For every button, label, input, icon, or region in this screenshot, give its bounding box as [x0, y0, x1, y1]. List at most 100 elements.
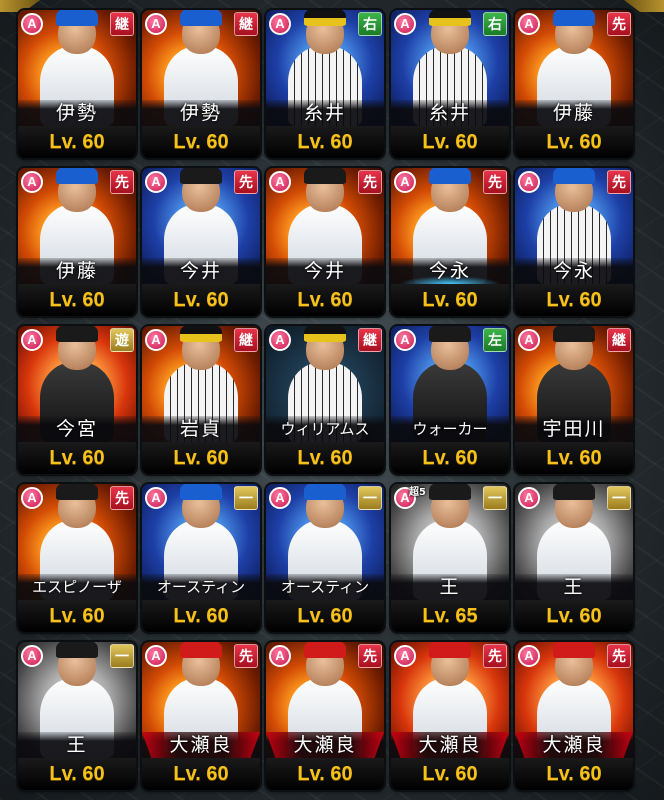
player-card[interactable]: A 先今永 Lv. 60 [391, 168, 509, 316]
player-name: 大瀬良 [293, 734, 357, 756]
player-cap [553, 642, 595, 658]
player-cap [553, 168, 595, 184]
player-level: Lv. 60 [391, 442, 509, 474]
player-card[interactable]: A 先エスピノーザ Lv. 60 [18, 484, 136, 632]
player-level: Lv. 60 [142, 126, 260, 158]
player-name-plate: 今永 [391, 258, 509, 284]
rank-a-badge: A [145, 13, 167, 35]
position-badge: 右 [483, 12, 507, 36]
player-level: Lv. 60 [515, 126, 633, 158]
position-badge: 一 [483, 486, 507, 510]
position-badge: 先 [607, 644, 631, 668]
player-name: 今井 [179, 260, 222, 282]
player-card[interactable]: A 先大瀬良 Lv. 60 [266, 642, 384, 790]
player-name-plate: 大瀬良 [515, 732, 633, 758]
player-card[interactable]: A 先伊藤 Lv. 60 [515, 10, 633, 158]
player-card[interactable]: A 継ウィリアムス Lv. 60 [266, 326, 384, 474]
player-level: Lv. 65 [391, 600, 509, 632]
player-name: 今永 [552, 260, 595, 282]
player-level: Lv. 60 [142, 758, 260, 790]
rank-a-badge: A [21, 645, 43, 667]
player-name: 大瀬良 [542, 734, 606, 756]
player-name: 王 [563, 576, 585, 598]
position-badge: 継 [607, 328, 631, 352]
position-badge: 先 [110, 486, 134, 510]
player-name: 伊勢 [179, 102, 222, 124]
player-card[interactable]: A 一王 Lv. 60 [515, 484, 633, 632]
player-card[interactable]: A 継伊勢 Lv. 60 [142, 10, 260, 158]
player-level: Lv. 60 [515, 758, 633, 790]
player-card[interactable]: A 先伊藤 Lv. 60 [18, 168, 136, 316]
player-card[interactable]: A 超5 一王 Lv. 65 [391, 484, 509, 632]
player-name: 伊藤 [55, 260, 98, 282]
player-card[interactable]: A 一王 Lv. 60 [18, 642, 136, 790]
rank-a-badge: A [518, 645, 540, 667]
rank-a-badge: A [21, 487, 43, 509]
rank-a-badge: A [269, 13, 291, 35]
player-name: エスピノーザ [32, 578, 122, 596]
player-card[interactable]: A 右糸井 Lv. 60 [391, 10, 509, 158]
player-card[interactable]: A 一オースティン Lv. 60 [142, 484, 260, 632]
position-badge: 継 [358, 328, 382, 352]
player-name: オースティン [156, 578, 246, 596]
player-cap [180, 10, 222, 26]
player-level: Lv. 60 [515, 284, 633, 316]
player-card[interactable]: A 右糸井 Lv. 60 [266, 10, 384, 158]
player-cap [304, 326, 346, 342]
position-badge: 一 [234, 486, 258, 510]
player-name-plate: ウィリアムス [266, 416, 384, 442]
position-badge: 先 [607, 170, 631, 194]
position-badge: 継 [234, 12, 258, 36]
player-card[interactable]: A 先大瀬良 Lv. 60 [515, 642, 633, 790]
player-card[interactable]: A 先今井 Lv. 60 [266, 168, 384, 316]
player-cap [553, 484, 595, 500]
position-badge: 一 [607, 486, 631, 510]
player-level: Lv. 60 [266, 442, 384, 474]
player-cap [180, 168, 222, 184]
rank-a-badge: A [145, 487, 167, 509]
player-name-plate: 伊藤 [18, 258, 136, 284]
player-card[interactable]: A 先大瀬良 Lv. 60 [142, 642, 260, 790]
player-name-plate: 今井 [266, 258, 384, 284]
player-card[interactable]: A 継宇田川 Lv. 60 [515, 326, 633, 474]
player-name-plate: 今永 [515, 258, 633, 284]
player-cap [553, 10, 595, 26]
player-card[interactable]: A 継岩貞 Lv. 60 [142, 326, 260, 474]
player-level: Lv. 60 [391, 758, 509, 790]
player-cap [429, 642, 471, 658]
position-badge: 先 [110, 170, 134, 194]
rank-a-badge: A [394, 645, 416, 667]
position-badge: 右 [358, 12, 382, 36]
player-name-plate: 糸井 [266, 100, 384, 126]
position-badge: 一 [110, 644, 134, 668]
player-card[interactable]: A 継伊勢 Lv. 60 [18, 10, 136, 158]
player-level: Lv. 60 [142, 600, 260, 632]
position-badge: 左 [483, 328, 507, 352]
player-card[interactable]: A 左ウォーカー Lv. 60 [391, 326, 509, 474]
rank-a-badge: A [394, 171, 416, 193]
limit-break-label: 超5 [409, 487, 426, 498]
player-level: Lv. 60 [391, 126, 509, 158]
rank-a-badge: A [269, 171, 291, 193]
player-name: 大瀬良 [169, 734, 233, 756]
player-cap [56, 10, 98, 26]
player-card[interactable]: A 先大瀬良 Lv. 60 [391, 642, 509, 790]
player-name-plate: 王 [391, 574, 509, 600]
position-badge: 先 [607, 12, 631, 36]
player-card[interactable]: A 先今永 Lv. 60 [515, 168, 633, 316]
player-level: Lv. 60 [18, 284, 136, 316]
player-card[interactable]: A 一オースティン Lv. 60 [266, 484, 384, 632]
rank-a-badge: A [518, 487, 540, 509]
player-name-plate: 宇田川 [515, 416, 633, 442]
rank-a-badge: A [518, 329, 540, 351]
player-name-plate: 王 [18, 732, 136, 758]
player-name-plate: 糸井 [391, 100, 509, 126]
player-name: オースティン [280, 578, 370, 596]
player-name-plate: 伊勢 [18, 100, 136, 126]
player-card[interactable]: A 先今井 Lv. 60 [142, 168, 260, 316]
player-name-plate: 伊藤 [515, 100, 633, 126]
position-badge: 先 [483, 170, 507, 194]
player-name: 伊勢 [55, 102, 98, 124]
player-name-plate: 大瀬良 [266, 732, 384, 758]
player-card[interactable]: A 遊今宮 Lv. 60 [18, 326, 136, 474]
